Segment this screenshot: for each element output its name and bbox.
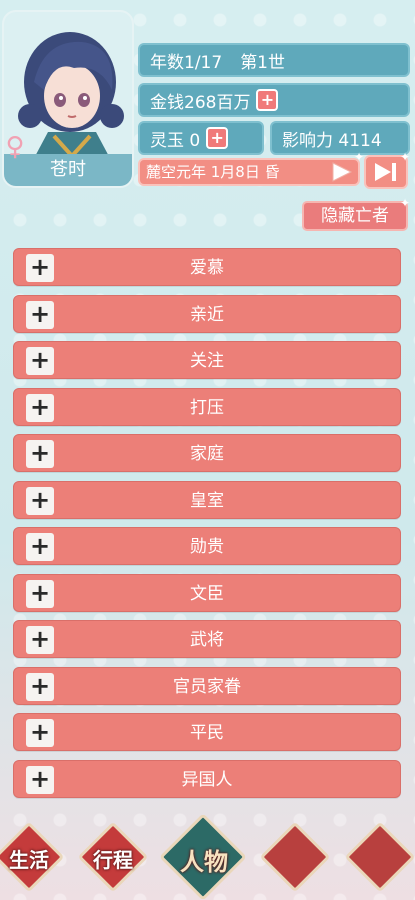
category-label: 武将 [190,630,224,650]
influence-value: 影响力 4114 [282,130,382,151]
jade-value: 灵玉 0 [150,130,201,151]
category-label: 亲近 [190,304,224,325]
category-row-wenchen[interactable]: 文臣 + [13,573,401,612]
category-row-yiguoren[interactable]: 异国人 + [13,759,401,798]
female-symbol-icon: ♀ [5,132,25,162]
category-label: 打压 [190,397,224,418]
sparkle-icon: ✦ [354,150,365,164]
nav-label-trip: 行程 [93,848,133,872]
expand-plus-icon[interactable]: + [26,486,54,515]
category-label: 文臣 [190,583,224,604]
category-label: 平民 [190,723,224,743]
play-icon [332,162,353,182]
category-row-huangshi[interactable]: 皇室 + [13,480,401,519]
sparkle-icon: ✦ [400,150,411,164]
expand-plus-icon[interactable]: + [26,254,54,282]
expand-plus-icon[interactable]: + [26,393,54,422]
expand-plus-icon[interactable]: + [26,440,54,468]
play-button[interactable] [324,158,358,186]
category-row-daya[interactable]: 打压 + [13,387,401,426]
expand-plus-icon[interactable]: + [26,347,54,375]
hide-dead-button[interactable]: 隐藏亡者 [302,201,408,231]
diamond-tile-icon [259,821,331,893]
category-label: 关注 [190,351,224,371]
category-list: 爱慕 + 亲近 + 关注 + 打压 + 家庭 + 皇室 + 勋贵 + 文臣 + … [13,248,401,806]
category-row-guanyuanjiajuan[interactable]: 官员家眷 + [13,666,401,705]
nav-tab-trip[interactable]: 行程 [77,821,149,893]
category-row-guanzhu[interactable]: 关注 + [13,341,401,379]
nav-label-life: 生活 [9,848,49,872]
nav-tab-people[interactable]: 人物 [158,812,250,900]
add-money-button[interactable]: + [256,89,279,111]
influence-bar: 影响力 4114 [270,121,410,155]
category-label: 爱慕 [190,258,224,278]
date-value: 麓空元年 1月8日 昏 [146,163,280,181]
nav-tab-extra-2[interactable] [344,821,415,893]
category-label: 勋贵 [190,537,224,557]
bottom-navigation: 生活 行程 人物 [0,808,415,900]
jade-bar: 灵玉 0 + [138,121,264,155]
expand-plus-icon[interactable]: + [26,533,54,561]
category-label: 皇室 [190,490,224,511]
category-row-pingmin[interactable]: 平民 + [13,713,401,751]
sparkle-icon: ✦ [400,196,411,210]
nav-tab-life[interactable]: 生活 [0,821,65,893]
year-generation-bar: 年数1/17 第1世 [138,43,410,77]
expand-plus-icon[interactable]: + [26,765,54,794]
category-row-wujiang[interactable]: 武将 + [13,620,401,658]
diamond-tile-icon [344,821,415,893]
category-label: 家庭 [190,444,224,464]
category-label: 官员家眷 [173,676,241,697]
year-counter: 年数1/17 [150,52,223,73]
add-jade-button[interactable]: + [206,127,229,149]
category-label: 异国人 [181,769,233,790]
nav-tab-extra-1[interactable] [259,821,331,893]
expand-plus-icon[interactable]: + [26,300,54,329]
nav-label-people: 人物 [180,848,228,876]
expand-plus-icon[interactable]: + [26,579,54,608]
expand-plus-icon[interactable]: + [26,719,54,747]
skip-forward-icon [375,163,396,181]
category-row-jiating[interactable]: 家庭 + [13,434,401,472]
money-value: 金钱268百万 [150,92,251,113]
category-row-qinjin[interactable]: 亲近 + [13,294,401,333]
expand-plus-icon[interactable]: + [26,626,54,654]
category-row-aimu[interactable]: 爱慕 + [13,248,401,286]
category-row-xungui[interactable]: 勋贵 + [13,527,401,565]
expand-plus-icon[interactable]: + [26,672,54,701]
generation-counter: 第1世 [240,52,286,73]
status-panel: 苍时 ♀ 年数1/17 第1世 金钱268百万 + 灵玉 0 + 影响力 411… [0,0,415,240]
money-bar: 金钱268百万 + [138,83,410,117]
